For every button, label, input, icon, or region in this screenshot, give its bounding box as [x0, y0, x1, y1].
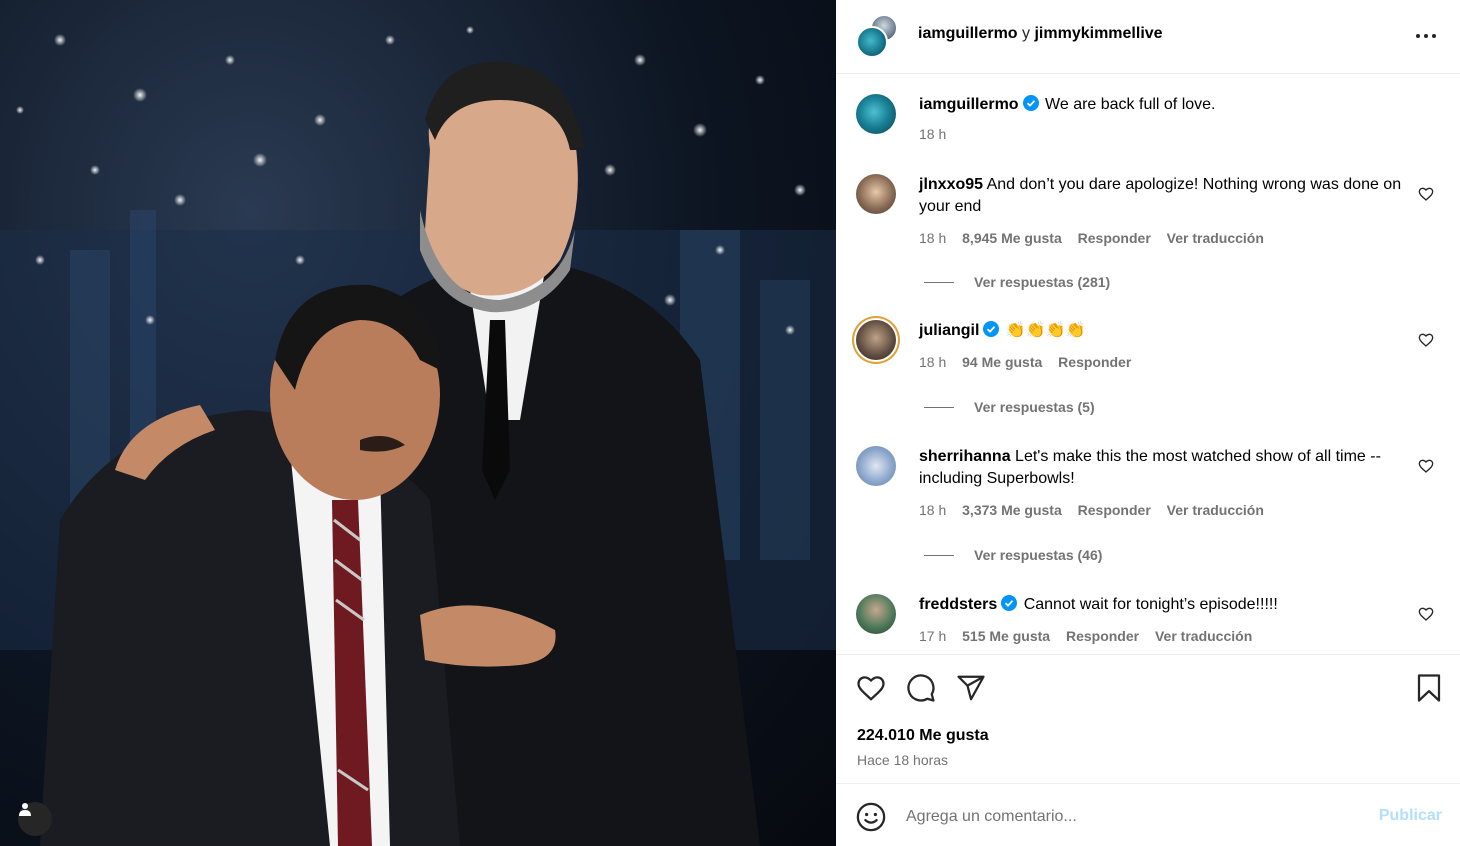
- save-bookmark-icon[interactable]: [1414, 673, 1444, 703]
- view-replies-label[interactable]: Ver respuestas (46): [974, 547, 1102, 563]
- replies-divider: [924, 407, 954, 408]
- avatar[interactable]: [856, 94, 896, 134]
- comment-username[interactable]: juliangil: [919, 322, 979, 339]
- post-photo[interactable]: [0, 0, 836, 846]
- collaborator-username[interactable]: jimmykimmellive: [1034, 25, 1162, 42]
- view-replies-label[interactable]: Ver respuestas (5): [974, 399, 1095, 415]
- comment-likes[interactable]: 8,945 Me gusta: [962, 230, 1062, 246]
- emoji-icon[interactable]: [856, 802, 886, 832]
- authors-connector: y: [1022, 25, 1031, 42]
- comment-time[interactable]: 17 h: [919, 628, 946, 644]
- comment-likes[interactable]: 94 Me gusta: [962, 354, 1042, 370]
- post-time[interactable]: Hace 18 horas: [857, 752, 948, 768]
- comment-time[interactable]: 18 h: [919, 354, 946, 370]
- view-replies-button[interactable]: Ver respuestas (5): [924, 399, 1095, 415]
- comment-time[interactable]: 18 h: [919, 502, 946, 518]
- post-actions: 224.010 Me gusta Hace 18 horas: [836, 654, 1460, 784]
- comment-username[interactable]: jlnxxo95: [919, 176, 983, 193]
- verified-badge-icon: [1022, 95, 1039, 111]
- view-replies-label[interactable]: Ver respuestas (281): [974, 274, 1110, 290]
- avatar[interactable]: [856, 174, 896, 214]
- post-authors: iamguillermo y jimmykimmellive: [918, 25, 1163, 43]
- comment-text: 👏👏👏👏: [1005, 322, 1086, 339]
- comment-username[interactable]: freddsters: [919, 596, 997, 613]
- view-replies-button[interactable]: Ver respuestas (46): [924, 547, 1102, 563]
- like-heart-icon[interactable]: [856, 673, 886, 703]
- add-comment-bar: Publicar: [836, 785, 1460, 846]
- comment-likes[interactable]: 515 Me gusta: [962, 628, 1050, 644]
- avatar-author[interactable]: [856, 26, 888, 58]
- publish-button[interactable]: Publicar: [1379, 807, 1442, 825]
- translate-button[interactable]: Ver traducción: [1167, 230, 1264, 246]
- comment-input[interactable]: [906, 803, 1346, 831]
- caption-time[interactable]: 18 h: [919, 126, 946, 142]
- comment-text: Cannot wait for tonight’s episode!!!!!: [1023, 596, 1278, 613]
- avatar[interactable]: [856, 446, 896, 486]
- share-send-icon[interactable]: [956, 673, 986, 703]
- heart-icon[interactable]: [1418, 606, 1434, 622]
- comment-time[interactable]: 18 h: [919, 230, 946, 246]
- post-header: iamguillermo y jimmykimmellive: [836, 0, 1460, 74]
- post-image: [0, 26, 836, 846]
- heart-icon[interactable]: [1418, 186, 1434, 202]
- reply-button[interactable]: Responder: [1078, 230, 1151, 246]
- avatar[interactable]: [856, 594, 896, 634]
- user-icon: [19, 803, 31, 816]
- collab-avatars[interactable]: [856, 14, 900, 58]
- replies-divider: [924, 282, 954, 283]
- heart-icon[interactable]: [1418, 332, 1434, 348]
- comment-bubble-icon[interactable]: [906, 673, 936, 703]
- replies-divider: [924, 555, 954, 556]
- view-replies-button[interactable]: Ver respuestas (281): [924, 274, 1110, 290]
- reply-button[interactable]: Responder: [1078, 502, 1151, 518]
- verified-badge-icon: [1001, 595, 1018, 611]
- total-likes[interactable]: 224.010 Me gusta: [857, 727, 989, 745]
- author-username[interactable]: iamguillermo: [918, 25, 1018, 42]
- translate-button[interactable]: Ver traducción: [1167, 502, 1264, 518]
- comments-list[interactable]: iamguillermo We are back full of love. 1…: [836, 74, 1460, 654]
- caption-text: We are back full of love.: [1045, 96, 1216, 113]
- comment-text: And don’t you dare apologize! Nothing wr…: [919, 176, 1402, 215]
- post-panel: iamguillermo y jimmykimmellive iamguille…: [836, 0, 1460, 846]
- comment-username[interactable]: sherrihanna: [919, 448, 1011, 465]
- more-horizontal-icon[interactable]: [1414, 26, 1438, 46]
- tagged-users-button[interactable]: [18, 802, 52, 836]
- heart-icon[interactable]: [1418, 458, 1434, 474]
- translate-button[interactable]: Ver traducción: [1155, 628, 1252, 644]
- reply-button[interactable]: Responder: [1066, 628, 1139, 644]
- comment-likes[interactable]: 3,373 Me gusta: [962, 502, 1062, 518]
- reply-button[interactable]: Responder: [1058, 354, 1131, 370]
- verified-badge-icon: [983, 321, 1000, 337]
- avatar-story-ring[interactable]: [856, 320, 896, 360]
- caption-username[interactable]: iamguillermo: [919, 96, 1019, 113]
